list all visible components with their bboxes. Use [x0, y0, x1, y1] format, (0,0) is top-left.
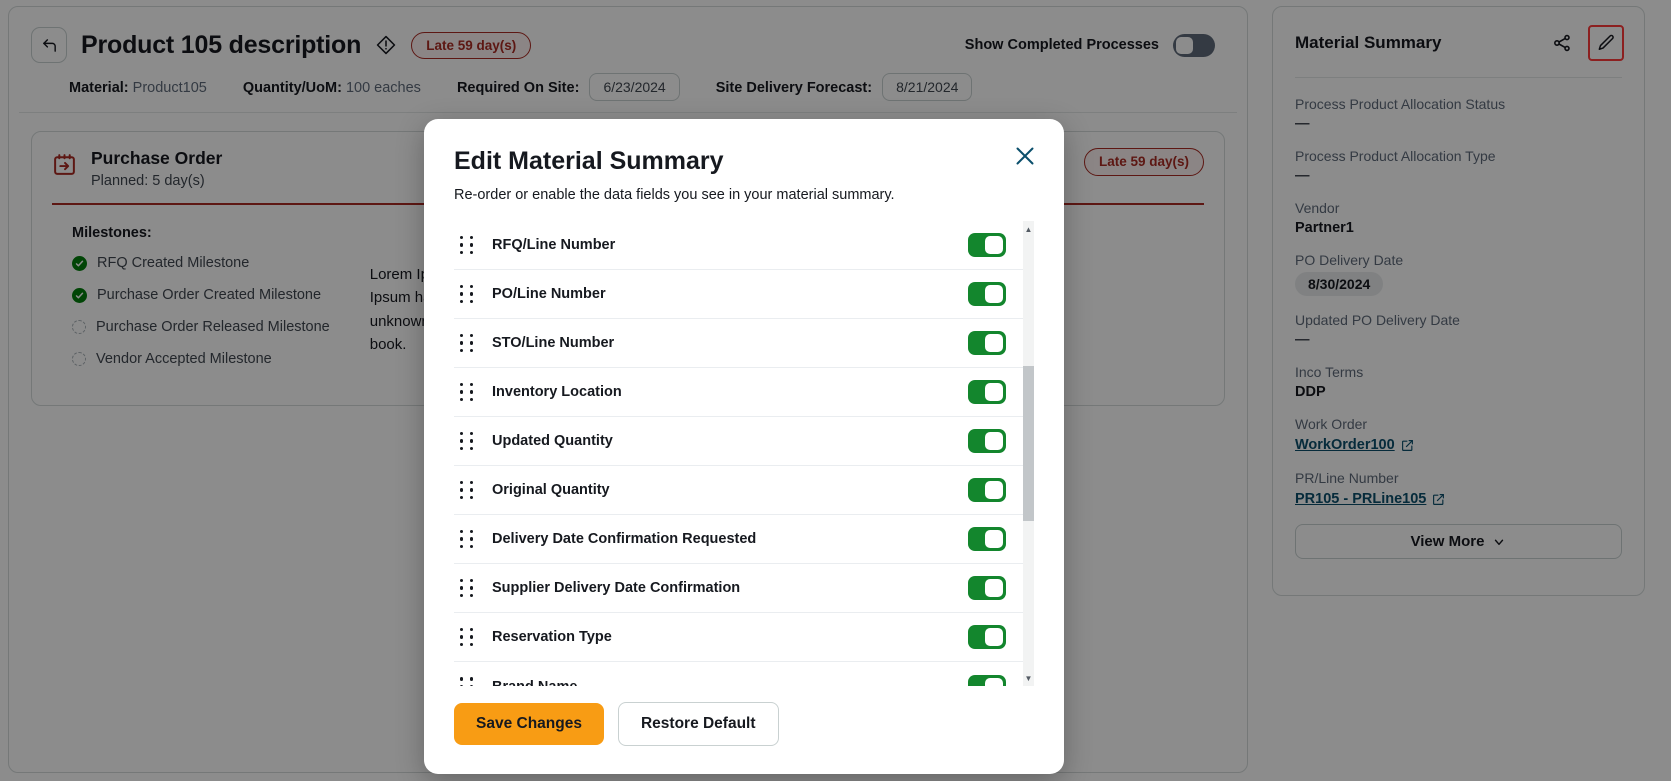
field-row[interactable]: Original Quantity — [454, 466, 1024, 515]
field-row-label: Brand Name — [492, 679, 577, 687]
field-row[interactable]: RFQ/Line Number — [454, 221, 1024, 270]
modal-subtitle: Re-order or enable the data fields you s… — [454, 187, 1034, 203]
field-row-toggle[interactable] — [968, 233, 1006, 257]
field-list: RFQ/Line Number PO/Line Number STO/Line … — [454, 221, 1024, 686]
save-changes-button[interactable]: Save Changes — [454, 703, 604, 745]
drag-handle-icon[interactable] — [454, 383, 480, 402]
field-row-label: STO/Line Number — [492, 335, 614, 351]
field-row-label: PO/Line Number — [492, 286, 606, 302]
field-row-toggle[interactable] — [968, 527, 1006, 551]
field-row-toggle[interactable] — [968, 478, 1006, 502]
field-row[interactable]: Inventory Location — [454, 368, 1024, 417]
restore-default-button[interactable]: Restore Default — [618, 702, 779, 746]
field-row-label: RFQ/Line Number — [492, 237, 615, 253]
drag-handle-icon[interactable] — [454, 334, 480, 353]
field-row-toggle[interactable] — [968, 675, 1006, 687]
field-row[interactable]: PO/Line Number — [454, 270, 1024, 319]
field-row-label: Reservation Type — [492, 629, 612, 645]
field-row[interactable]: Updated Quantity — [454, 417, 1024, 466]
field-row-toggle[interactable] — [968, 429, 1006, 453]
drag-handle-icon[interactable] — [454, 628, 480, 647]
close-icon[interactable] — [1010, 141, 1040, 171]
edit-material-summary-modal: Edit Material Summary Re-order or enable… — [424, 119, 1064, 774]
field-row-label: Updated Quantity — [492, 433, 613, 449]
drag-handle-icon[interactable] — [454, 285, 480, 304]
field-row[interactable]: Supplier Delivery Date Confirmation — [454, 564, 1024, 613]
drag-handle-icon[interactable] — [454, 579, 480, 598]
field-row-label: Delivery Date Confirmation Requested — [492, 531, 756, 547]
field-row[interactable]: STO/Line Number — [454, 319, 1024, 368]
field-row[interactable]: Delivery Date Confirmation Requested — [454, 515, 1024, 564]
field-row-label: Supplier Delivery Date Confirmation — [492, 580, 740, 596]
field-row-toggle[interactable] — [968, 576, 1006, 600]
drag-handle-icon[interactable] — [454, 481, 480, 500]
scrollbar-thumb[interactable] — [1023, 366, 1034, 521]
scroll-down-arrow-icon[interactable]: ▼ — [1023, 672, 1034, 684]
field-list-scrollbar[interactable]: ▲ ▼ — [1023, 221, 1034, 686]
scroll-up-arrow-icon[interactable]: ▲ — [1023, 223, 1034, 235]
field-row-label: Original Quantity — [492, 482, 610, 498]
modal-title: Edit Material Summary — [454, 147, 1034, 176]
field-row-toggle[interactable] — [968, 331, 1006, 355]
field-row-toggle[interactable] — [968, 282, 1006, 306]
drag-handle-icon[interactable] — [454, 677, 480, 686]
drag-handle-icon[interactable] — [454, 530, 480, 549]
field-row-toggle[interactable] — [968, 380, 1006, 404]
field-row[interactable]: Reservation Type — [454, 613, 1024, 662]
field-row[interactable]: Brand Name — [454, 662, 1024, 686]
drag-handle-icon[interactable] — [454, 432, 480, 451]
field-row-label: Inventory Location — [492, 384, 622, 400]
drag-handle-icon[interactable] — [454, 236, 480, 255]
field-list-container: RFQ/Line Number PO/Line Number STO/Line … — [454, 221, 1034, 686]
modal-footer: Save Changes Restore Default — [454, 686, 1034, 746]
app-root: Product 105 description Late 59 day(s) S… — [0, 0, 1671, 781]
field-row-toggle[interactable] — [968, 625, 1006, 649]
